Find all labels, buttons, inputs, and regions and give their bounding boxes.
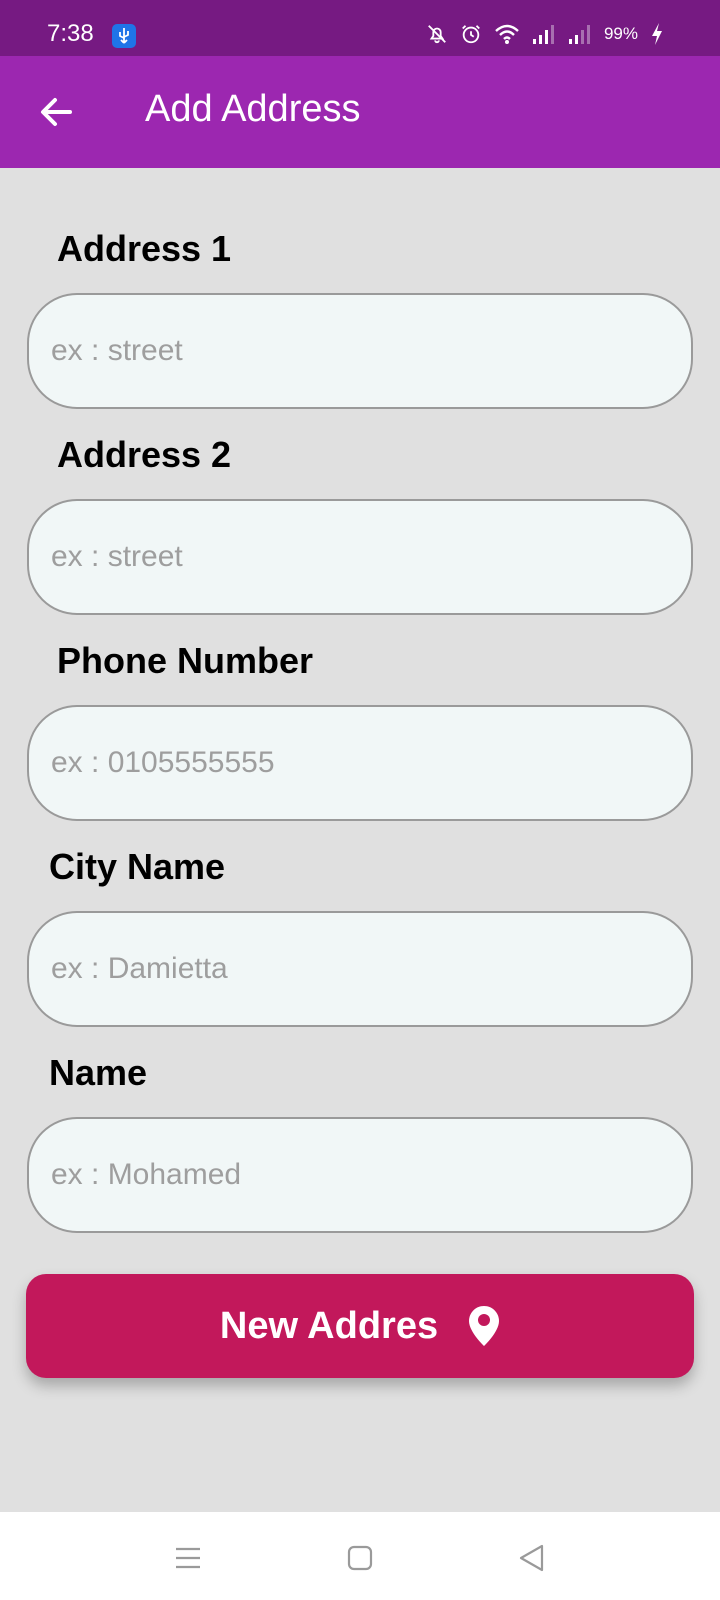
wifi-icon [495,24,519,44]
home-square-icon [347,1545,373,1571]
new-address-button-label: New Addres [219,1304,439,1347]
address2-input[interactable] [27,499,693,615]
city-name-input[interactable] [27,911,693,1027]
usb-icon [112,24,136,48]
name-input[interactable] [27,1117,693,1233]
name-label: Name [49,1052,148,1093]
address1-input[interactable] [27,293,693,409]
battery-percent: 99% [603,24,638,43]
home-button[interactable] [344,1542,376,1574]
menu-icon [176,1547,200,1569]
recent-apps-button[interactable] [172,1542,204,1574]
status-icons: 99% [426,22,664,46]
back-button[interactable] [36,92,76,132]
city-name-label: City Name [49,846,226,887]
bell-off-icon [428,25,446,44]
phone-number-input[interactable] [27,705,693,821]
signal-1-icon [532,25,554,44]
charging-icon [652,23,662,45]
system-back-button[interactable] [516,1542,548,1574]
status-time: 7:38 [47,20,94,47]
alarm-icon [462,25,480,44]
signal-2-icon [568,25,590,44]
phone-number-label: Phone Number [57,640,314,681]
page-title: Add Address [145,88,361,130]
address1-label: Address 1 [57,228,232,269]
arrow-left-icon [41,98,72,126]
new-address-button[interactable]: New Addres [26,1274,694,1378]
location-pin-icon [469,1306,500,1346]
app-bar: Add Address [0,56,720,168]
system-nav-bar [0,1512,720,1600]
back-triangle-icon [519,1544,544,1572]
status-bar: 7:38 99% [0,0,720,56]
address2-label: Address 2 [57,434,232,475]
